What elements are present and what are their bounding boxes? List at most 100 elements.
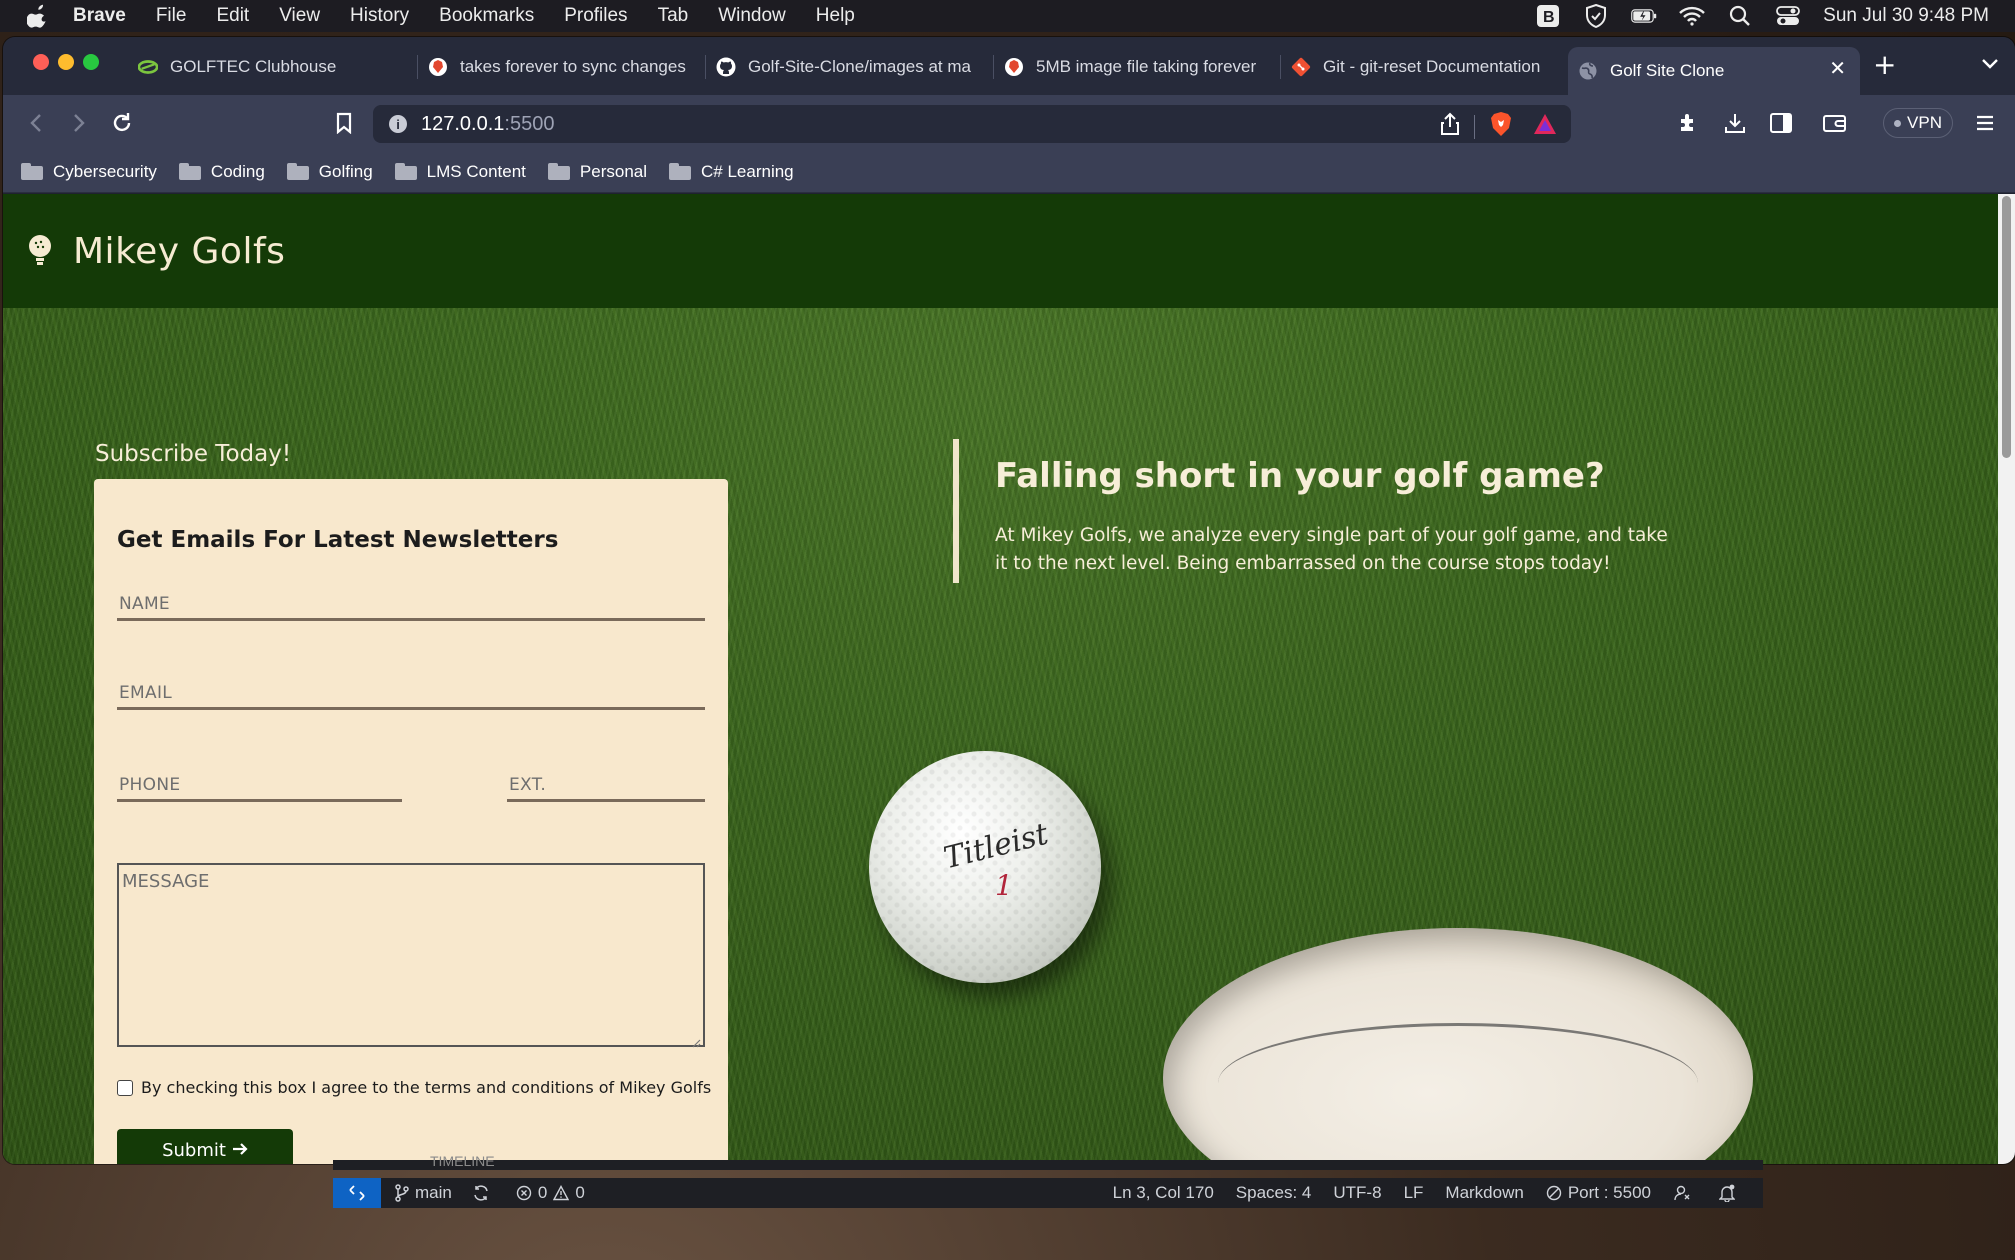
search-icon[interactable] <box>1727 4 1753 28</box>
tab-search-chevron-icon[interactable] <box>1981 55 1999 74</box>
url-separator <box>1474 115 1475 139</box>
bookmark-folder-personal[interactable]: Personal <box>547 162 647 182</box>
back-button[interactable] <box>22 109 50 137</box>
bookmark-folder-csharp-learning[interactable]: C# Learning <box>669 162 794 182</box>
vscode-timeline-label[interactable]: TIMELINE <box>430 1153 495 1169</box>
resize-handle-icon[interactable] <box>691 1033 701 1048</box>
hero-section: Titleist 1 Subscribe Today! Get Emails F… <box>3 308 1998 1164</box>
url-port: :5500 <box>504 112 555 135</box>
bookmark-folder-cybersecurity[interactable]: Cybersecurity <box>21 162 157 182</box>
menu-file[interactable]: File <box>156 5 187 27</box>
live-server-port[interactable]: Port : 5500 <box>1546 1183 1651 1203</box>
brave-rewards-triangle-icon[interactable] <box>1533 113 1557 141</box>
svg-text:B: B <box>1543 9 1555 26</box>
browser-toolbar: i 127.0.0.1 :5500 VPN <box>3 95 2015 151</box>
promo-accent-bar <box>953 439 959 583</box>
menu-profiles[interactable]: Profiles <box>564 5 627 27</box>
window-close-button[interactable] <box>33 54 49 70</box>
window-minimize-button[interactable] <box>58 54 74 70</box>
indentation-status[interactable]: Spaces: 4 <box>1236 1183 1312 1203</box>
forward-button[interactable] <box>65 109 93 137</box>
tab-title: takes forever to sync changes <box>460 57 686 76</box>
wifi-icon[interactable] <box>1679 4 1706 28</box>
problems-status[interactable]: 0 0 <box>516 1183 585 1203</box>
address-bar[interactable]: i 127.0.0.1 :5500 <box>373 105 1571 143</box>
menu-tab[interactable]: Tab <box>658 5 689 27</box>
lightbulb-golf-logo-icon[interactable] <box>27 234 53 268</box>
phone-field[interactable]: PHONE <box>117 764 402 802</box>
window-zoom-button[interactable] <box>83 54 99 70</box>
terms-checkbox[interactable] <box>117 1079 133 1096</box>
extensions-icon[interactable] <box>1675 109 1703 137</box>
brave-rewards-icon[interactable]: B <box>1535 4 1561 28</box>
encoding-status[interactable]: UTF-8 <box>1333 1183 1381 1203</box>
name-field[interactable]: NAME <box>117 583 705 621</box>
menu-history[interactable]: History <box>350 5 409 27</box>
site-header: Mikey Golfs <box>3 194 1998 308</box>
menu-edit[interactable]: Edit <box>216 5 249 27</box>
bookmark-page-button[interactable] <box>330 109 358 137</box>
notifications-bell-icon[interactable] <box>1719 1184 1741 1202</box>
tab-git-reset-docs[interactable]: Git - git-reset Documentation <box>1281 47 1568 87</box>
language-mode[interactable]: Markdown <box>1445 1183 1523 1203</box>
menu-window[interactable]: Window <box>718 5 786 27</box>
bookmark-label: Golfing <box>318 161 373 181</box>
brave-shields-icon[interactable] <box>1489 111 1513 143</box>
page-scrollbar[interactable] <box>1998 194 2015 1164</box>
new-tab-button[interactable]: + <box>1873 51 1896 79</box>
url-host: 127.0.0.1 <box>421 112 505 135</box>
reload-button[interactable] <box>108 109 136 137</box>
message-textarea[interactable]: MESSAGE <box>117 863 705 1048</box>
git-icon <box>1291 57 1311 77</box>
email-field[interactable]: EMAIL <box>117 672 705 710</box>
submit-button[interactable]: Submit <box>117 1129 293 1164</box>
menu-bookmarks[interactable]: Bookmarks <box>439 5 534 27</box>
macos-menu-bar: Brave File Edit View History Bookmarks P… <box>0 0 2015 32</box>
site-title[interactable]: Mikey Golfs <box>73 231 285 272</box>
tab-title: Golf Site Clone <box>1610 61 1725 80</box>
subscribe-heading: Subscribe Today! <box>95 441 292 467</box>
port-label: Port : 5500 <box>1567 1183 1651 1202</box>
bookmark-folder-coding[interactable]: Coding <box>178 161 265 182</box>
golftec-icon <box>138 57 158 77</box>
git-branch-status[interactable]: main <box>395 1183 452 1203</box>
cursor-position[interactable]: Ln 3, Col 170 <box>1113 1183 1214 1203</box>
folder-icon <box>178 163 201 180</box>
site-info-icon[interactable]: i <box>389 115 407 133</box>
form-title: Get Emails For Latest Newsletters <box>117 527 559 553</box>
menu-view[interactable]: View <box>279 5 320 27</box>
tab-sync-changes[interactable]: takes forever to sync changes <box>418 47 706 87</box>
ext-field[interactable]: EXT. <box>507 764 705 802</box>
bookmark-label: Coding <box>210 161 265 181</box>
remote-indicator-icon[interactable] <box>333 1178 381 1208</box>
account-feedback-icon[interactable] <box>1673 1184 1697 1202</box>
hamburger-menu-icon[interactable] <box>1971 109 1999 137</box>
vpn-button[interactable]: VPN <box>1883 108 1953 138</box>
wallet-icon[interactable] <box>1821 109 1849 137</box>
menu-help[interactable]: Help <box>816 5 855 27</box>
tab-golf-site-clone-images[interactable]: Golf-Site-Clone/images at ma <box>706 47 994 87</box>
downloads-icon[interactable] <box>1721 109 1749 137</box>
apple-logo-icon[interactable] <box>26 4 49 28</box>
tab-5mb-image-file[interactable]: 5MB image file taking forever <box>994 47 1281 87</box>
message-placeholder: MESSAGE <box>122 871 210 892</box>
bookmark-label: Cybersecurity <box>53 161 157 181</box>
share-icon[interactable] <box>1440 112 1460 142</box>
shield-icon[interactable] <box>1583 4 1609 28</box>
sidebar-toggle-icon[interactable] <box>1767 109 1795 137</box>
close-tab-icon[interactable]: ✕ <box>1829 56 1846 81</box>
tab-golf-site-clone[interactable]: Golf Site Clone ✕ <box>1568 47 1860 95</box>
menubar-clock[interactable]: Sun Jul 30 9:48 PM <box>1823 5 1989 27</box>
terms-label[interactable]: By checking this box I agree to the term… <box>141 1078 711 1097</box>
eol-status[interactable]: LF <box>1404 1183 1424 1203</box>
scrollbar-thumb[interactable] <box>2002 196 2011 458</box>
bookmark-folder-golfing[interactable]: Golfing <box>286 161 373 182</box>
control-center-icon[interactable] <box>1775 4 1801 28</box>
arrow-right-icon <box>232 1140 248 1161</box>
tab-title: 5MB image file taking forever <box>1036 57 1257 76</box>
battery-icon[interactable] <box>1631 4 1657 28</box>
tab-golftec-clubhouse[interactable]: GOLFTEC Clubhouse <box>128 47 418 87</box>
sync-icon[interactable] <box>472 1184 496 1202</box>
menu-app-name[interactable]: Brave <box>73 5 126 27</box>
bookmark-folder-lms-content[interactable]: LMS Content <box>394 162 526 182</box>
